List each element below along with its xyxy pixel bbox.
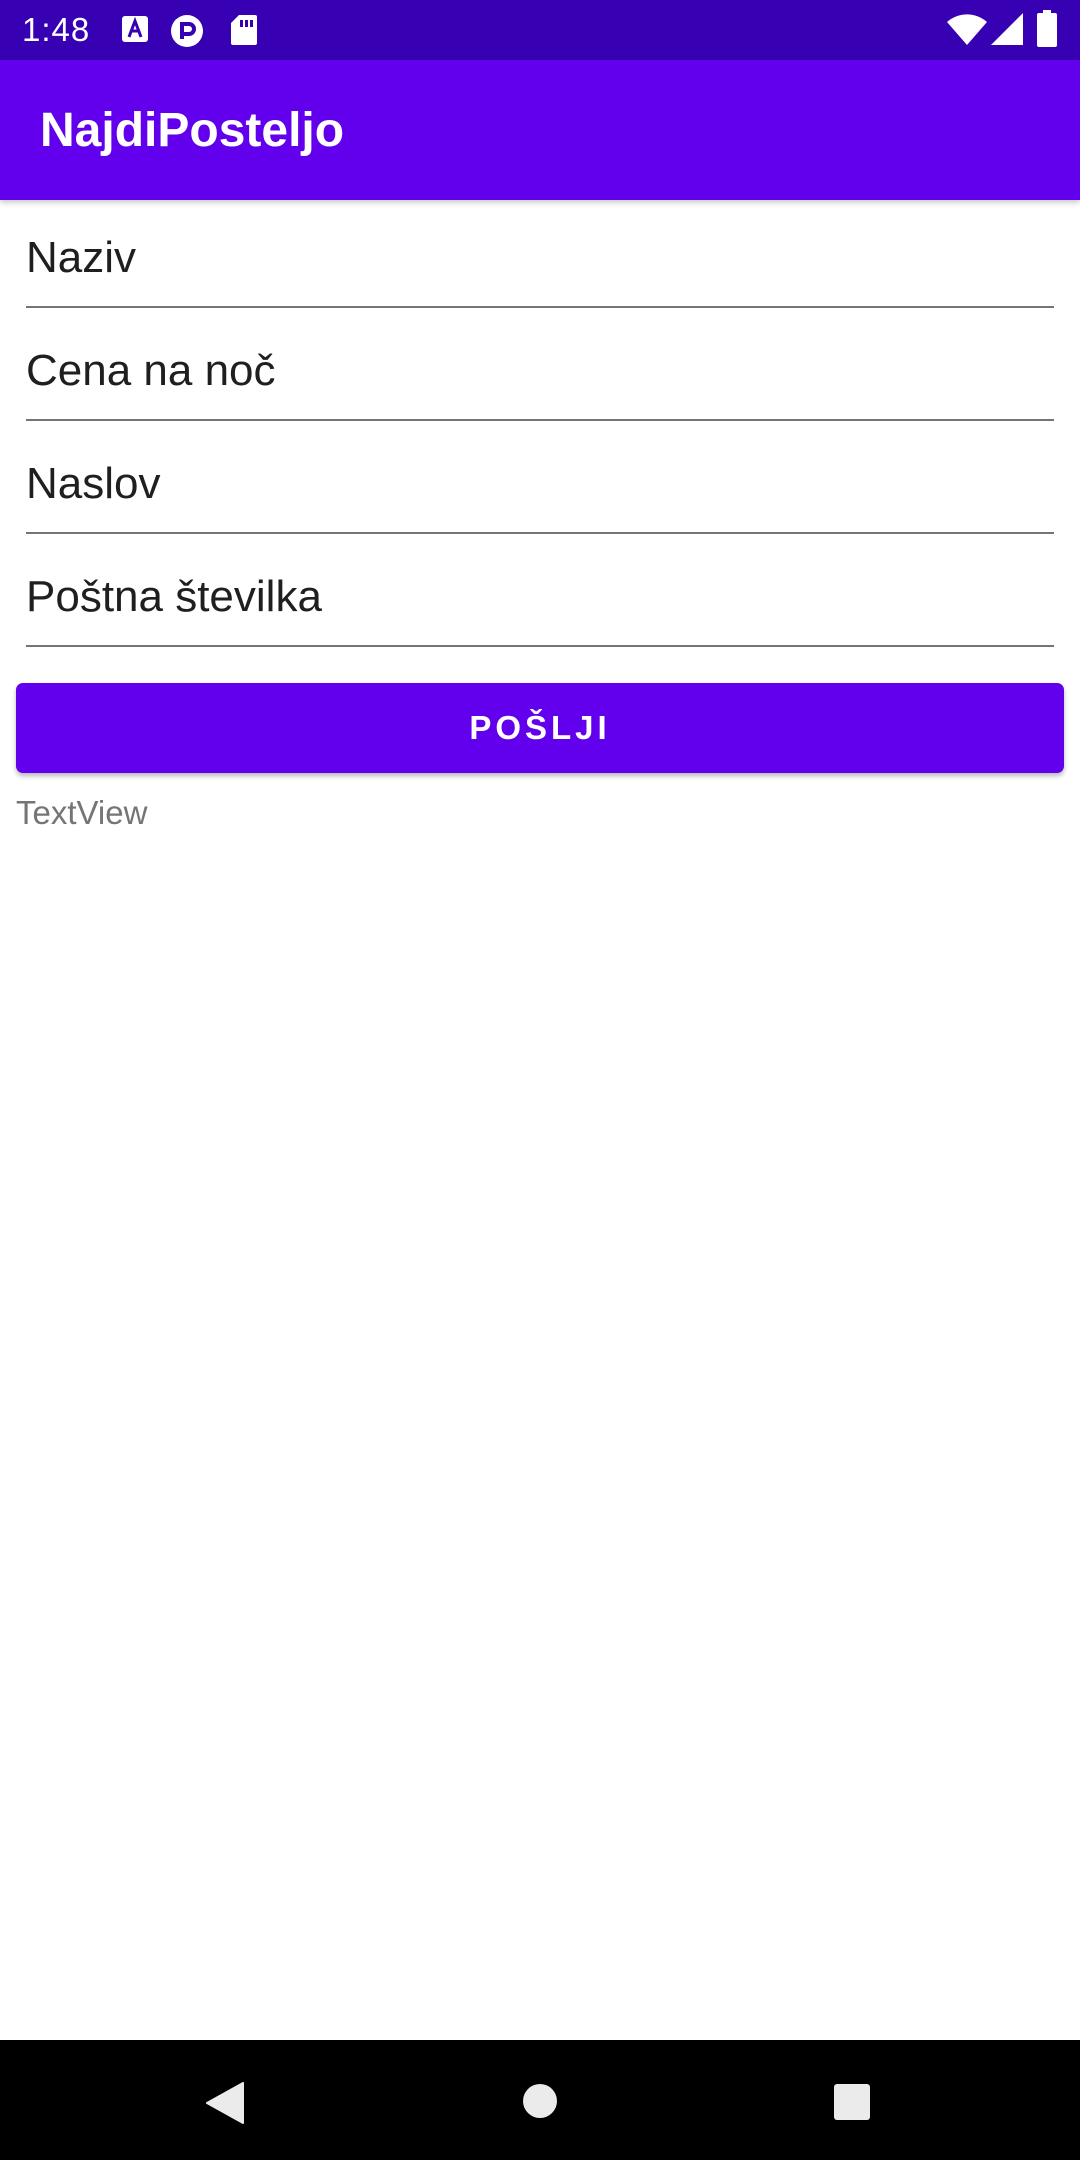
pocket-casts-icon — [170, 14, 204, 53]
status-time: 1:48 — [22, 11, 91, 48]
sd-card-icon — [230, 14, 258, 51]
navigation-bar — [0, 2040, 1080, 2160]
output-text-view: TextView — [16, 794, 148, 831]
send-button[interactable]: POŠLJI — [16, 683, 1064, 773]
home-icon[interactable] — [522, 2083, 558, 2124]
address-field[interactable] — [26, 448, 1054, 534]
battery-icon — [1036, 10, 1058, 53]
app-bar: NajdiPosteljo — [0, 60, 1080, 200]
naziv-field[interactable] — [26, 222, 1054, 308]
recents-icon[interactable] — [833, 2083, 871, 2126]
postal-code-field[interactable] — [26, 561, 1054, 647]
a-accessibility-icon — [120, 14, 150, 49]
price-per-night-field[interactable] — [26, 335, 1054, 421]
wifi-icon — [946, 12, 988, 51]
back-icon[interactable] — [205, 2082, 245, 2129]
status-bar: 1:48 — [0, 0, 1080, 60]
app-title: NajdiPosteljo — [40, 104, 345, 157]
cell-signal-icon — [990, 12, 1024, 51]
